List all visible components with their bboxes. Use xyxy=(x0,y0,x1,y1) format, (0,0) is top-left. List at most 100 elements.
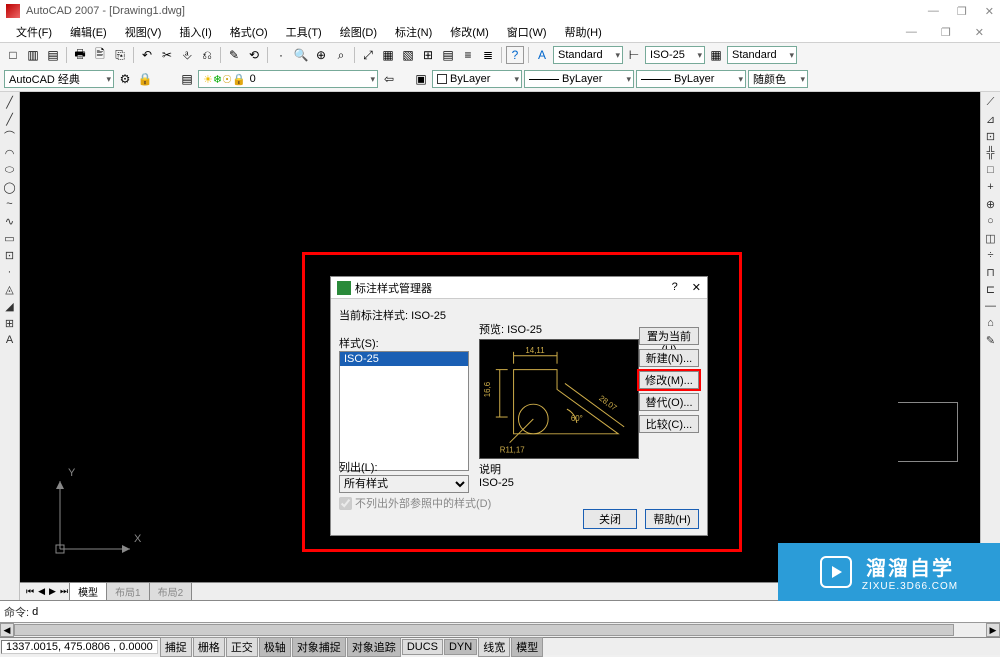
bylayer-color-dropdown[interactable]: ByLayer xyxy=(432,70,522,88)
ellipse-icon[interactable]: ▭ xyxy=(2,230,18,246)
copy-obj-icon[interactable]: ⊿ xyxy=(983,111,999,127)
grid-toggle[interactable]: 栅格 xyxy=(193,637,225,657)
tab-layout1[interactable]: 布局1 xyxy=(106,582,150,601)
new-button[interactable]: 新建(N)... xyxy=(639,349,699,367)
menu-insert[interactable]: 插入(I) xyxy=(173,22,217,42)
model-toggle[interactable]: 模型 xyxy=(511,637,543,657)
menu-file[interactable]: 文件(F) xyxy=(10,22,58,42)
trim-icon[interactable]: ÷ xyxy=(983,247,999,263)
chamfer-icon[interactable]: ⌂ xyxy=(983,315,999,331)
canvas[interactable]: X Y 标注样式管理器 ? ✕ 当前标注样式: IS xyxy=(20,92,980,582)
doc-close-button[interactable]: ✕ xyxy=(969,24,990,41)
publish-icon[interactable]: ⎘ xyxy=(111,46,129,64)
plot-style-dropdown[interactable]: 随颜色 xyxy=(748,70,808,88)
maximize-button[interactable]: ❐ xyxy=(957,5,967,18)
markup-icon[interactable]: ▤ xyxy=(439,46,457,64)
dim-style-dropdown[interactable]: ISO-25 xyxy=(645,46,705,64)
tab-first-icon[interactable]: ⏮ xyxy=(24,586,36,597)
workspace-lock-icon[interactable]: 🔒 xyxy=(136,70,154,88)
polar-toggle[interactable]: 极轴 xyxy=(259,637,291,657)
xline-icon[interactable]: ╱ xyxy=(2,111,18,127)
help-button[interactable]: 帮助(H) xyxy=(645,509,699,529)
menu-help[interactable]: 帮助(H) xyxy=(559,22,608,42)
spline-icon[interactable]: ∿ xyxy=(2,213,18,229)
point-icon[interactable]: · xyxy=(2,264,18,280)
quickcalc-icon[interactable]: ≡ xyxy=(459,46,477,64)
menu-dimension[interactable]: 标注(N) xyxy=(389,22,438,42)
cut-icon[interactable]: ↶ xyxy=(138,46,156,64)
menu-modify[interactable]: 修改(M) xyxy=(444,22,495,42)
break-icon[interactable]: ⊏ xyxy=(983,281,999,297)
bylayer-linetype-dropdown[interactable]: ByLayer xyxy=(524,70,634,88)
properties-icon[interactable]: ⤢ xyxy=(359,46,377,64)
erase-icon[interactable]: ⟋ xyxy=(983,94,999,110)
polyline-icon[interactable]: ⌒ xyxy=(2,128,18,144)
tool-palette-icon[interactable]: ▧ xyxy=(399,46,417,64)
pan-icon[interactable]: · xyxy=(272,46,290,64)
design-center-icon[interactable]: ▦ xyxy=(379,46,397,64)
circle-icon[interactable]: ~ xyxy=(2,196,18,212)
command-input[interactable] xyxy=(32,606,996,618)
compare-button[interactable]: 比较(C)... xyxy=(639,415,699,433)
copy-icon[interactable]: ✂ xyxy=(158,46,176,64)
minimize-button[interactable]: — xyxy=(928,5,939,18)
fillet-icon[interactable]: ✎ xyxy=(983,332,999,348)
array-icon[interactable]: □ xyxy=(983,162,999,178)
table-style-icon[interactable]: ▦ xyxy=(707,46,725,64)
horizontal-scrollbar[interactable]: ◀ ▶ xyxy=(0,622,1000,637)
doc-maximize-button[interactable]: ❐ xyxy=(935,24,957,41)
new-icon[interactable]: □ xyxy=(4,46,22,64)
ortho-toggle[interactable]: 正交 xyxy=(226,637,258,657)
tab-next-icon[interactable]: ▶ xyxy=(47,586,58,597)
line-icon[interactable]: ╱ xyxy=(2,94,18,110)
text-icon[interactable]: A xyxy=(2,332,18,348)
zoom-in-icon[interactable]: 🔍 xyxy=(292,46,310,64)
polygon-icon[interactable]: ◠ xyxy=(2,145,18,161)
layer-prev-icon[interactable]: ⇦ xyxy=(380,70,398,88)
table-style-dropdown[interactable]: Standard xyxy=(727,46,797,64)
osnap-toggle[interactable]: 对象捕捉 xyxy=(292,637,346,657)
redo-icon[interactable]: ⟲ xyxy=(245,46,263,64)
style-item-iso25[interactable]: ISO-25 xyxy=(340,352,468,366)
menu-window[interactable]: 窗口(W) xyxy=(501,22,553,42)
zoom-icon[interactable]: ⊕ xyxy=(312,46,330,64)
set-current-button[interactable]: 置为当前(U) xyxy=(639,327,699,345)
modify-button[interactable]: 修改(M)... xyxy=(639,371,699,389)
menu-draw[interactable]: 绘图(D) xyxy=(334,22,383,42)
sheet-set-icon[interactable]: ⊞ xyxy=(419,46,437,64)
calc-icon[interactable]: ≣ xyxy=(479,46,497,64)
close-button[interactable]: 关闭 xyxy=(583,509,637,529)
menu-edit[interactable]: 编辑(E) xyxy=(64,22,113,42)
open-icon[interactable]: ▥ xyxy=(24,46,42,64)
scale-icon[interactable]: ○ xyxy=(983,213,999,229)
list-filter-select[interactable]: 所有样式 xyxy=(339,475,469,493)
print-icon[interactable]: 🖶 xyxy=(71,46,89,64)
help-icon[interactable]: ? xyxy=(506,46,524,64)
undo-icon[interactable]: ✎ xyxy=(225,46,243,64)
layer-manager-icon[interactable]: ▤ xyxy=(178,70,196,88)
tab-model[interactable]: 模型 xyxy=(69,582,107,601)
lwt-toggle[interactable]: 线宽 xyxy=(478,637,510,657)
doc-minimize-button[interactable]: — xyxy=(900,24,923,41)
dialog-help-button[interactable]: ? xyxy=(672,281,678,294)
extend-icon[interactable]: ⊓ xyxy=(983,264,999,280)
snap-toggle[interactable]: 捕捉 xyxy=(160,637,192,657)
ducs-toggle[interactable]: DUCS xyxy=(402,639,443,655)
menu-view[interactable]: 视图(V) xyxy=(119,22,168,42)
styles-listbox[interactable]: ISO-25 xyxy=(339,351,469,471)
override-button[interactable]: 替代(O)... xyxy=(639,393,699,411)
block-icon[interactable]: ⊡ xyxy=(2,247,18,263)
dyn-toggle[interactable]: DYN xyxy=(444,639,477,655)
match-icon[interactable]: ⎌ xyxy=(198,46,216,64)
zoom-extents-icon[interactable]: ⌕ xyxy=(332,46,350,64)
close-button[interactable]: ✕ xyxy=(985,5,994,18)
menu-format[interactable]: 格式(O) xyxy=(224,22,274,42)
arc-icon[interactable]: ◯ xyxy=(2,179,18,195)
join-icon[interactable]: — xyxy=(983,298,999,314)
tab-layout2[interactable]: 布局2 xyxy=(149,582,193,601)
mirror-icon[interactable]: ⊡ xyxy=(983,128,999,144)
hatch-icon[interactable]: ◬ xyxy=(2,281,18,297)
menu-tools[interactable]: 工具(T) xyxy=(280,22,328,42)
rotate-icon[interactable]: ⊕ xyxy=(983,196,999,212)
save-icon[interactable]: ▤ xyxy=(44,46,62,64)
